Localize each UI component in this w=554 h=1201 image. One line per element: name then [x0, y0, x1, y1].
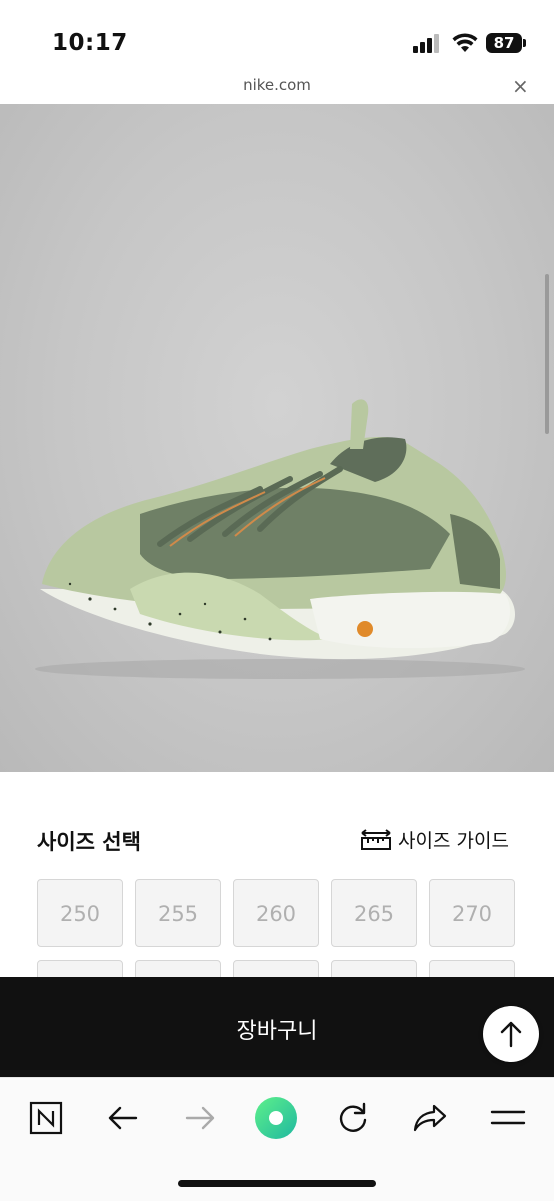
size-option-270[interactable]: 270	[429, 879, 515, 947]
cellular-signal-icon	[413, 34, 439, 53]
url-text[interactable]: nike.com	[0, 76, 554, 94]
size-option-260[interactable]: 260	[233, 879, 319, 947]
add-to-cart-label[interactable]: 장바구니	[0, 1013, 554, 1045]
home-green-icon[interactable]	[254, 1096, 298, 1140]
menu-icon[interactable]	[486, 1096, 530, 1140]
size-option-255[interactable]: 255	[135, 879, 221, 947]
add-to-cart-bar[interactable]: 장바구니	[0, 977, 554, 1077]
size-guide-link[interactable]: 사이즈 가이드	[360, 826, 509, 853]
status-bar: 10:17 87	[0, 0, 554, 72]
back-icon[interactable]	[101, 1096, 145, 1140]
size-guide-label[interactable]: 사이즈 가이드	[398, 826, 509, 853]
share-icon[interactable]	[408, 1096, 452, 1140]
scroll-to-top-button[interactable]	[483, 1006, 539, 1062]
reload-icon[interactable]	[331, 1096, 375, 1140]
close-icon[interactable]: ×	[512, 74, 529, 98]
url-bar[interactable]: nike.com ×	[0, 72, 554, 105]
size-option-265[interactable]: 265	[331, 879, 417, 947]
scroll-indicator	[545, 274, 549, 434]
home-indicator	[178, 1180, 376, 1187]
n-logo-icon[interactable]	[24, 1096, 68, 1140]
sneaker-image	[35, 399, 525, 679]
status-time: 10:17	[52, 30, 128, 56]
size-option-250[interactable]: 250	[37, 879, 123, 947]
forward-icon[interactable]	[178, 1096, 222, 1140]
wifi-icon	[452, 33, 478, 52]
ruler-icon	[361, 828, 391, 850]
product-image-gallery[interactable]	[0, 104, 554, 772]
battery-tip	[523, 39, 526, 47]
size-section-title: 사이즈 선택	[37, 830, 141, 854]
battery-level: 87	[486, 33, 522, 53]
arrow-up-icon	[500, 1021, 522, 1048]
size-selection-section: 사이즈 선택 사이즈 가이드 250 255 260 265 270	[0, 772, 554, 1028]
